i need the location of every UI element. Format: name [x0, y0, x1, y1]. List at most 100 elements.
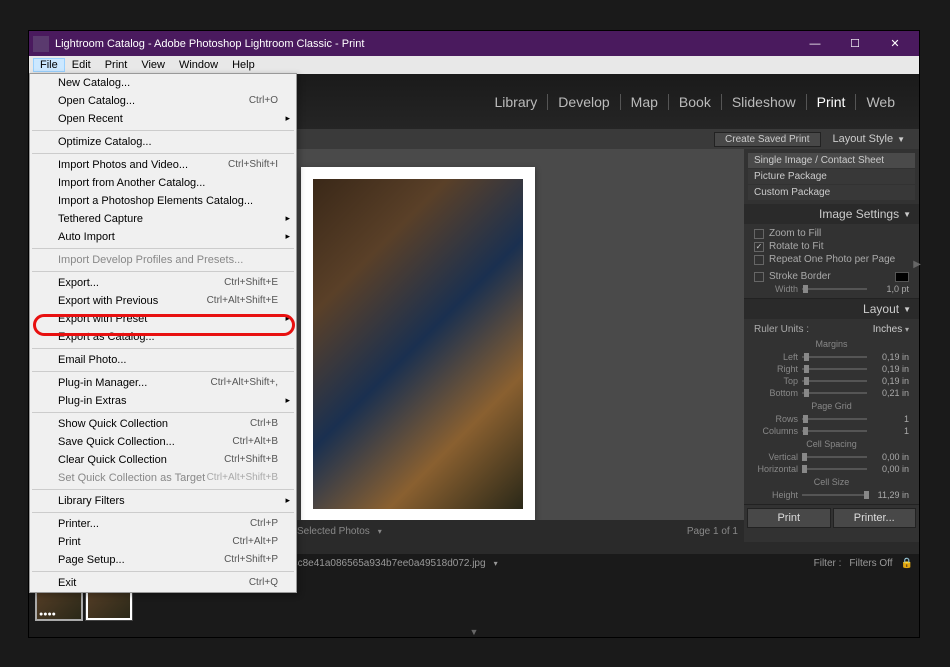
ruler-units-value[interactable]: Inches — [873, 324, 902, 335]
collapse-filmstrip-icon[interactable]: ▼ — [29, 627, 919, 637]
horizontal-spacing-slider[interactable] — [802, 468, 867, 470]
stroke-border-checkbox[interactable] — [754, 272, 764, 282]
margin-bottom-value: 0,21 in — [871, 388, 909, 398]
menu-item-email-photo[interactable]: Email Photo... — [30, 351, 296, 369]
rows-slider[interactable] — [802, 418, 867, 420]
menu-item-save-quick-collection[interactable]: Save Quick Collection...Ctrl+Alt+B — [30, 433, 296, 451]
menu-separator — [32, 571, 294, 572]
module-tab-book[interactable]: Book — [669, 94, 722, 110]
menu-item-plug-in-manager[interactable]: Plug-in Manager...Ctrl+Alt+Shift+, — [30, 374, 296, 392]
menu-item-print[interactable]: PrintCtrl+Alt+P — [30, 533, 296, 551]
menu-item-export-with-previous[interactable]: Export with PreviousCtrl+Alt+Shift+E — [30, 292, 296, 310]
chevron-down-icon[interactable]: ▾ — [905, 325, 909, 334]
menu-separator — [32, 153, 294, 154]
menu-item-open-recent[interactable]: Open Recent — [30, 110, 296, 128]
expand-right-icon[interactable]: ▶ — [913, 259, 921, 270]
page-status: Page 1 of 1 — [687, 526, 738, 537]
maximize-button[interactable]: ☐ — [835, 31, 875, 56]
module-tab-map[interactable]: Map — [621, 94, 669, 110]
stroke-width-label: Width — [754, 284, 798, 294]
menu-file[interactable]: File — [33, 58, 65, 72]
ruler-units-label: Ruler Units : — [754, 324, 809, 335]
rows-label: Rows — [754, 414, 798, 424]
margin-top-label: Top — [754, 376, 798, 386]
print-button[interactable]: Print — [747, 508, 831, 528]
menu-item-export-with-preset[interactable]: Export with Preset — [30, 310, 296, 328]
stroke-color-swatch[interactable] — [895, 272, 909, 282]
margin-right-slider[interactable] — [802, 368, 867, 370]
menu-item-export[interactable]: Export...Ctrl+Shift+E — [30, 274, 296, 292]
opt-single-image[interactable]: Single Image / Contact Sheet — [748, 153, 915, 168]
zoom-to-fill-checkbox[interactable] — [754, 229, 764, 239]
close-button[interactable]: ✕ — [875, 31, 915, 56]
menu-item-library-filters[interactable]: Library Filters — [30, 492, 296, 510]
vertical-spacing-label: Vertical — [754, 452, 798, 462]
menu-separator — [32, 271, 294, 272]
filter-value[interactable]: Filters Off — [849, 558, 892, 569]
menu-item-import-from-another-catalog[interactable]: Import from Another Catalog... — [30, 174, 296, 192]
lock-icon[interactable]: 🔒 — [901, 558, 913, 569]
menu-item-optimize-catalog[interactable]: Optimize Catalog... — [30, 133, 296, 151]
cell-height-label: Height — [754, 490, 798, 500]
menu-item-tethered-capture[interactable]: Tethered Capture — [30, 210, 296, 228]
margin-top-slider[interactable] — [802, 380, 867, 382]
minimize-button[interactable]: — — [795, 31, 835, 56]
printer-button[interactable]: Printer... — [833, 508, 917, 528]
menu-item-printer[interactable]: Printer...Ctrl+P — [30, 515, 296, 533]
use-value[interactable]: Selected Photos — [297, 526, 370, 537]
repeat-photo-checkbox[interactable] — [754, 255, 764, 265]
create-saved-print-button[interactable]: Create Saved Print — [714, 132, 821, 147]
photo-filename: /4c8e41a086565a934b7ee0a49518d072.jpg — [289, 558, 485, 569]
chevron-down-icon: ▼ — [897, 135, 905, 144]
menubar: File Edit Print View Window Help — [29, 56, 919, 74]
menu-separator — [32, 412, 294, 413]
margin-bottom-label: Bottom — [754, 388, 798, 398]
menu-item-open-catalog[interactable]: Open Catalog...Ctrl+O — [30, 92, 296, 110]
titlebar: Lightroom Catalog - Adobe Photoshop Ligh… — [29, 31, 919, 56]
module-tab-slideshow[interactable]: Slideshow — [722, 94, 807, 110]
margin-bottom-slider[interactable] — [802, 392, 867, 394]
menu-item-show-quick-collection[interactable]: Show Quick CollectionCtrl+B — [30, 415, 296, 433]
margin-right-label: Right — [754, 364, 798, 374]
menu-print[interactable]: Print — [98, 58, 135, 72]
menu-item-import-photos-and-video[interactable]: Import Photos and Video...Ctrl+Shift+I — [30, 156, 296, 174]
menu-item-plug-in-extras[interactable]: Plug-in Extras — [30, 392, 296, 410]
module-tab-library[interactable]: Library — [485, 94, 549, 110]
cell-spacing-label: Cell Spacing — [748, 437, 915, 451]
layout-style-options: Single Image / Contact Sheet Picture Pac… — [744, 149, 919, 204]
vertical-spacing-value: 0,00 in — [871, 452, 909, 462]
margin-right-value: 0,19 in — [871, 364, 909, 374]
rotate-to-fit-checkbox[interactable]: ✓ — [754, 242, 764, 252]
chevron-down-icon[interactable]: ▾ — [378, 527, 382, 536]
margin-left-label: Left — [754, 352, 798, 362]
print-preview[interactable] — [301, 167, 535, 521]
layout-header[interactable]: Layout▼ — [744, 299, 919, 319]
menu-item-new-catalog[interactable]: New Catalog... — [30, 74, 296, 92]
opt-picture-package[interactable]: Picture Package — [748, 169, 915, 184]
menu-edit[interactable]: Edit — [65, 58, 98, 72]
horizontal-spacing-value: 0,00 in — [871, 464, 909, 474]
columns-slider[interactable] — [802, 430, 867, 432]
menu-item-page-setup[interactable]: Page Setup...Ctrl+Shift+P — [30, 551, 296, 569]
module-tab-print[interactable]: Print — [807, 94, 857, 110]
cell-height-slider[interactable] — [802, 494, 867, 496]
stroke-width-slider[interactable] — [802, 288, 867, 290]
chevron-down-icon: ▼ — [903, 305, 911, 314]
menu-separator — [32, 348, 294, 349]
margin-left-slider[interactable] — [802, 356, 867, 358]
image-settings-header[interactable]: Image Settings▼ — [744, 204, 919, 224]
zoom-to-fill-label: Zoom to Fill — [769, 228, 821, 239]
menu-window[interactable]: Window — [172, 58, 225, 72]
menu-item-clear-quick-collection[interactable]: Clear Quick CollectionCtrl+Shift+B — [30, 451, 296, 469]
module-tab-web[interactable]: Web — [856, 94, 905, 110]
chevron-down-icon[interactable]: ▾ — [494, 559, 498, 568]
vertical-spacing-slider[interactable] — [802, 456, 867, 458]
menu-view[interactable]: View — [134, 58, 172, 72]
opt-custom-package[interactable]: Custom Package — [748, 185, 915, 200]
menu-help[interactable]: Help — [225, 58, 262, 72]
menu-item-export-as-catalog[interactable]: Export as Catalog... — [30, 328, 296, 346]
menu-item-import-a-photoshop-elements-catalog[interactable]: Import a Photoshop Elements Catalog... — [30, 192, 296, 210]
module-tab-develop[interactable]: Develop — [548, 94, 620, 110]
menu-item-exit[interactable]: ExitCtrl+Q — [30, 574, 296, 592]
menu-item-auto-import[interactable]: Auto Import — [30, 228, 296, 246]
